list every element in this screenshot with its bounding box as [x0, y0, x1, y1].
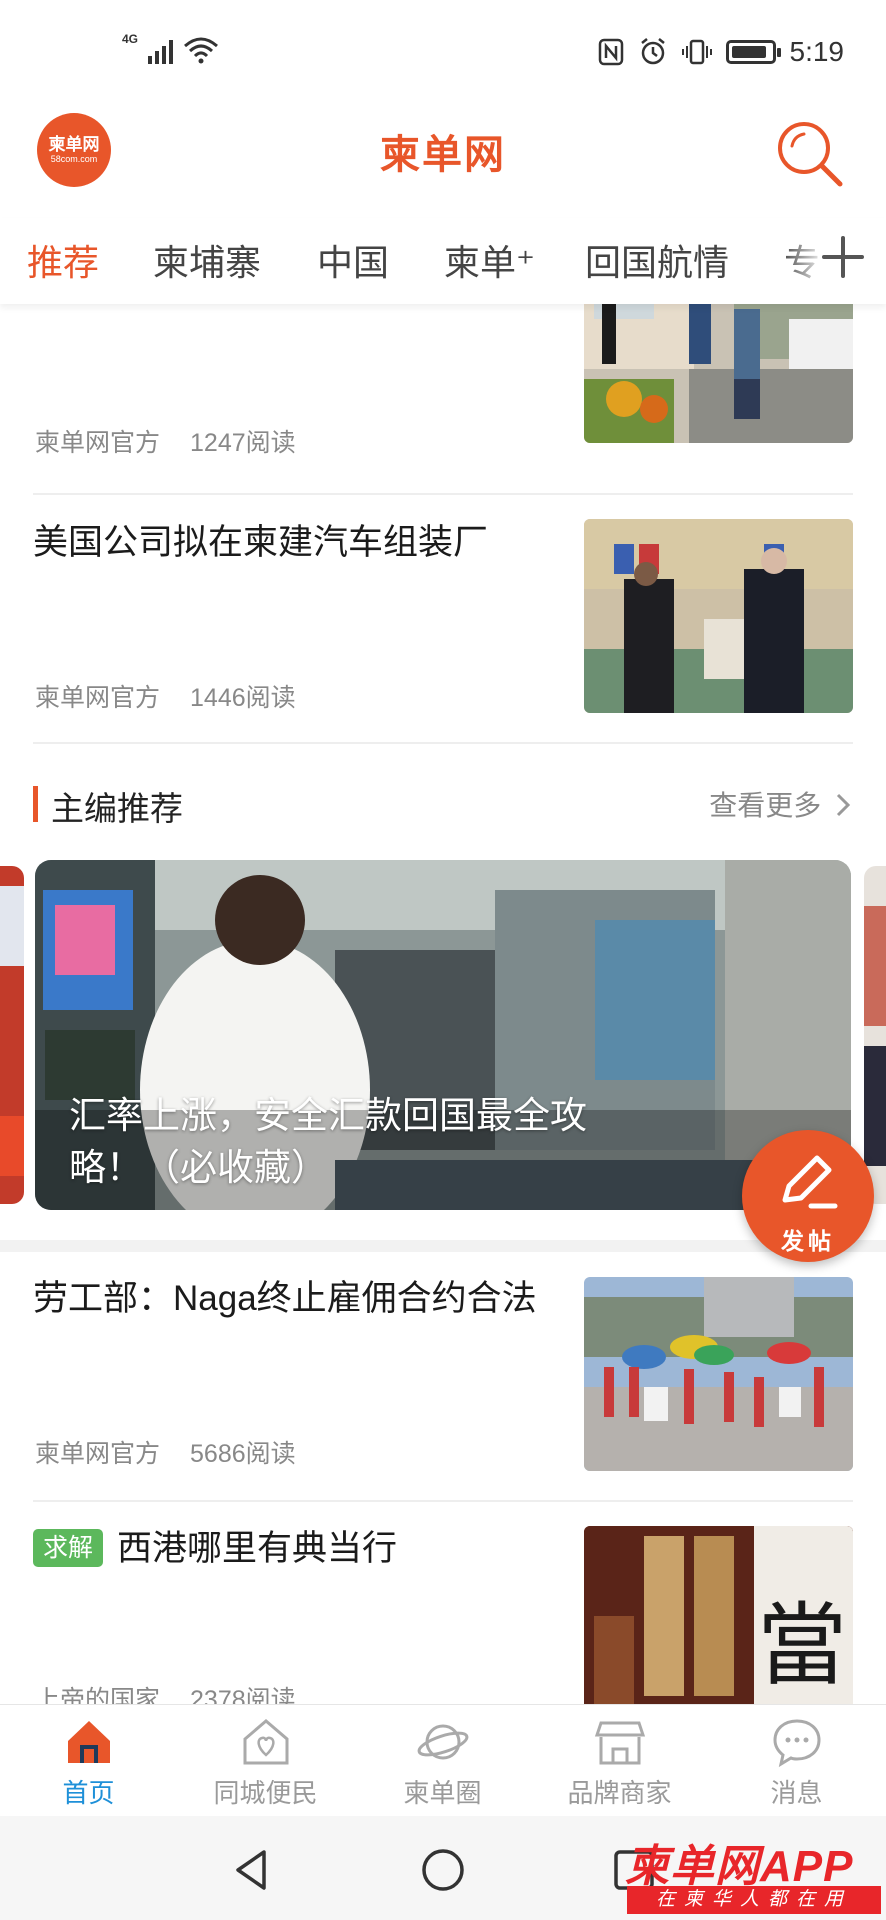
signal-icon [148, 38, 174, 64]
divider [33, 1500, 853, 1502]
article-reads: 2378阅读 [190, 1686, 296, 1704]
store-icon [594, 1721, 645, 1765]
app-title: 柬单网 [380, 133, 506, 177]
article-thumbnail: 當 [584, 1526, 853, 1704]
article-title: 劳工部：Naga终止雇佣合约合法 [33, 1279, 537, 1318]
article-thumbnail [584, 1277, 853, 1471]
article-source: 柬单网官方 [35, 429, 161, 457]
plus-icon[interactable] [818, 232, 868, 282]
pencil-icon [782, 1155, 838, 1209]
alarm-icon [640, 38, 665, 65]
see-more-label: 查看更多 [709, 790, 822, 821]
article-title: 求解 西港哪里有典当行 [33, 1522, 553, 1576]
carousel-next-slide[interactable] [864, 866, 886, 1204]
community-icon [243, 1719, 288, 1765]
article-title: 涉嫌欺诈，一名警察被开除 [33, 304, 553, 315]
article-source: 柬单网官方 [35, 1440, 161, 1468]
article-card[interactable]: 美国公司拟在柬建汽车组装厂 柬单网官方 1446阅读 [33, 516, 853, 737]
tab-china[interactable]: 中国 [317, 234, 389, 286]
wifi-icon [184, 37, 219, 64]
article-thumbnail [584, 304, 853, 443]
section-accent-bar [33, 786, 38, 822]
planet-icon [417, 1724, 468, 1760]
article-meta: 柬单网官方 1446阅读 [35, 678, 296, 714]
article-meta: 柬单网官方 5686阅读 [35, 1434, 296, 1470]
carousel-slide[interactable]: 汇率上涨，安全汇款回国最全攻略！（必收藏） [35, 860, 851, 1210]
nav-circle[interactable]: 柬单圈 [354, 1715, 531, 1815]
article-card[interactable]: 求解 西港哪里有典当行 上帝的国家 2378阅读 當 [33, 1522, 853, 1704]
pawn-character: 當 [757, 1593, 847, 1698]
article-source: 上帝的国家 [35, 1686, 161, 1704]
bottom-navigation: 首页 同城便民 柬单圈 品牌商家 消息 [0, 1704, 886, 1816]
message-icon [772, 1719, 821, 1768]
status-left: 4G [122, 32, 219, 64]
article-card[interactable]: 涉嫌欺诈，一名警察被开除 柬单网官方 1247阅读 [33, 304, 853, 470]
slide-caption: 汇率上涨，安全汇款回国最全攻略！（必收藏） [69, 1095, 587, 1188]
nav-label: 首页 [62, 1778, 115, 1808]
nav-brands[interactable]: 品牌商家 [531, 1715, 708, 1815]
article-meta: 上帝的国家 2378阅读 [35, 1680, 296, 1704]
article-reads: 1247阅读 [190, 429, 296, 457]
article-source: 柬单网官方 [35, 684, 161, 712]
feed-content: 涉嫌欺诈，一名警察被开除 柬单网官方 1247阅读 美国公司拟在柬建汽车组装厂 柬… [0, 304, 886, 1704]
category-tabs: 推荐 柬埔寨 中国 柬单⁺ 回国航情 专 [0, 218, 886, 304]
see-more-link[interactable]: 查看更多 [709, 784, 853, 824]
network-type-label: 4G [122, 32, 139, 46]
tab-cambodia[interactable]: 柬埔寨 [153, 234, 261, 286]
divider [33, 493, 853, 495]
vibrate-icon [681, 39, 712, 65]
question-badge: 求解 [33, 1529, 104, 1567]
article-reads: 5686阅读 [190, 1440, 296, 1468]
article-reads: 1446阅读 [190, 684, 296, 712]
article-title: 美国公司拟在柬建汽车组装厂 [33, 523, 489, 562]
tab-recommend[interactable]: 推荐 [27, 234, 99, 286]
brand-watermark: 柬单网APP 在柬华人都在用 [625, 1830, 883, 1918]
home-icon [67, 1721, 110, 1763]
status-bar: 4G 5:19 [0, 0, 886, 108]
tab-jiandan-plus[interactable]: 柬单⁺ [444, 234, 535, 286]
app-header: 柬单网 58com.com 柬单网 [0, 108, 886, 218]
tab-flights-home[interactable]: 回国航情 [585, 234, 729, 286]
back-icon[interactable] [228, 1846, 276, 1894]
watermark-brand: 柬单网APP [625, 1842, 854, 1891]
editor-picks-header: 主编推荐 查看更多 [33, 782, 853, 827]
divider [33, 742, 853, 744]
battery-icon [725, 40, 781, 64]
watermark-slogan: 在柬华人都在用 [627, 1886, 881, 1914]
search-icon[interactable] [772, 116, 846, 190]
nav-messages[interactable]: 消息 [708, 1715, 885, 1815]
article-title-text: 西港哪里有典当行 [117, 1529, 398, 1568]
nav-community[interactable]: 同城便民 [177, 1715, 354, 1815]
article-thumbnail [584, 519, 853, 713]
article-card[interactable]: 劳工部：Naga终止雇佣合约合法 柬单网官方 5686阅读 [33, 1272, 853, 1493]
nav-label: 同城便民 [213, 1778, 318, 1808]
post-button[interactable]: 发帖 [742, 1130, 874, 1262]
section-title: 主编推荐 [51, 790, 183, 827]
nav-label: 消息 [770, 1778, 823, 1808]
article-meta: 柬单网官方 1247阅读 [35, 423, 296, 459]
chevron-right-icon [836, 793, 851, 817]
nav-home[interactable]: 首页 [0, 1715, 177, 1815]
nfc-icon [598, 38, 623, 66]
carousel-prev-slide[interactable] [0, 866, 24, 1204]
status-right: 5:19 [598, 36, 845, 68]
post-button-label: 发帖 [781, 1228, 835, 1254]
status-time: 5:19 [789, 36, 845, 67]
nav-label: 柬单圈 [403, 1778, 482, 1808]
home-circle-icon[interactable] [419, 1846, 467, 1894]
nav-label: 品牌商家 [567, 1778, 672, 1808]
